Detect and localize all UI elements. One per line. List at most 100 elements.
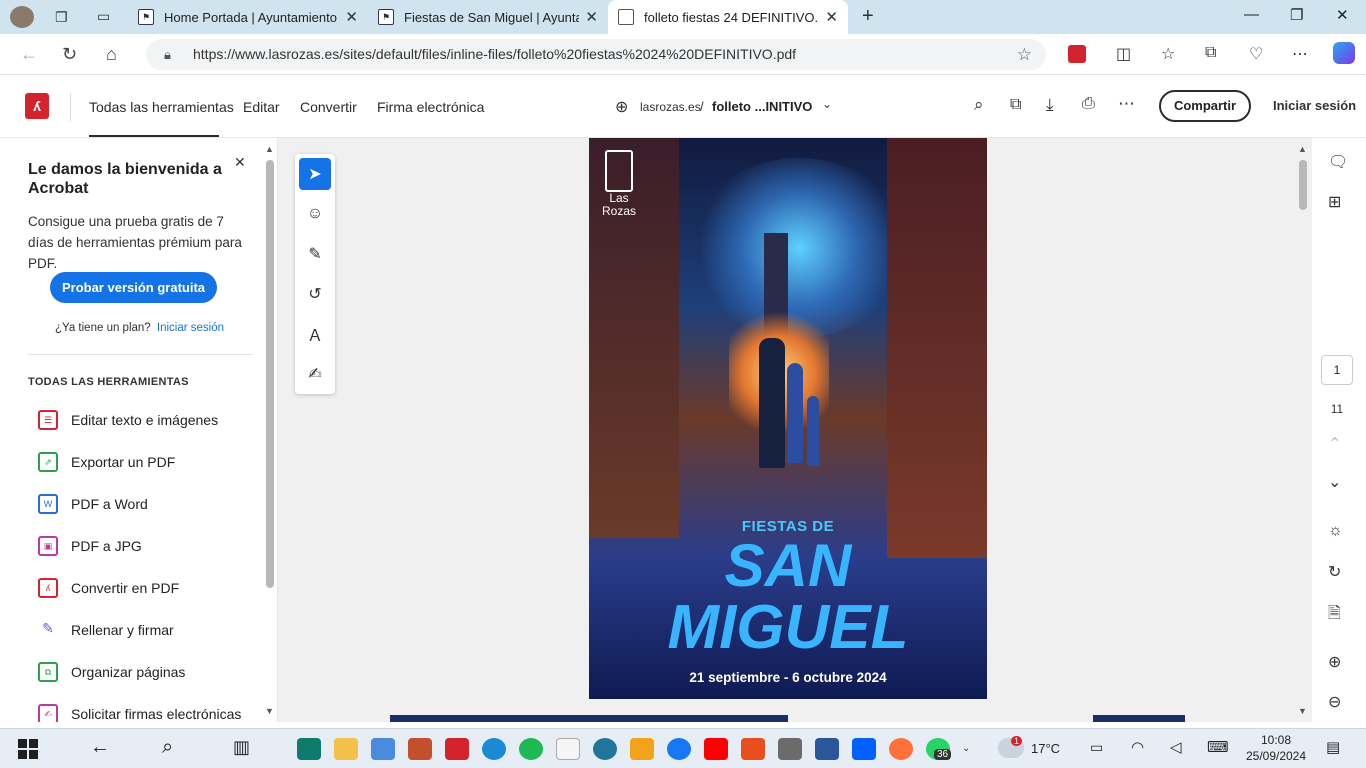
text-box-icon[interactable]: Ａ <box>299 318 331 350</box>
close-window-icon[interactable]: ✕ <box>1336 6 1349 24</box>
menu-esign[interactable]: Firma electrónica <box>377 99 484 115</box>
url-field[interactable]: 🔒︎ https://www.lasrozas.es/sites/default… <box>146 39 1046 70</box>
spotify-icon[interactable] <box>519 738 543 760</box>
scroll-up-icon[interactable]: ▲ <box>1298 144 1307 154</box>
more-options-icon[interactable]: ⋯ <box>1292 44 1308 64</box>
document-icon[interactable] <box>556 738 580 760</box>
facebook-icon[interactable] <box>667 738 691 760</box>
workspaces-icon[interactable]: ❐ <box>55 9 68 26</box>
app-icon[interactable] <box>778 738 802 760</box>
tool-request-esign[interactable]: ✍ Solicitar firmas electrónicas <box>38 702 241 722</box>
page-thumbnails-icon[interactable]: ⧉ <box>1010 96 1021 114</box>
collections-icon[interactable]: ⧉ <box>1205 44 1216 62</box>
menu-all-tools[interactable]: Todas las herramientas <box>89 99 234 115</box>
split-screen-icon[interactable]: ◫ <box>1116 44 1131 64</box>
menu-convert[interactable]: Convertir <box>300 99 357 115</box>
tool-pdf-to-jpg[interactable]: ▣ PDF a JPG <box>38 534 142 558</box>
menu-edit[interactable]: Editar <box>243 99 280 115</box>
wordpress-icon[interactable] <box>593 738 617 760</box>
scroll-down-icon[interactable]: ▼ <box>265 706 274 716</box>
close-tab-icon[interactable]: ✕ <box>345 8 358 26</box>
close-panel-icon[interactable]: ✕ <box>234 154 246 171</box>
weather-temperature[interactable]: 17°C <box>1031 741 1060 756</box>
chevron-down-icon[interactable]: ⌄ <box>962 743 970 754</box>
tab-home-portada[interactable]: ⚑ Home Portada | Ayuntamiento de ✕ <box>128 0 368 34</box>
tool-export-pdf[interactable]: ⇗ Exportar un PDF <box>38 450 175 474</box>
volume-icon[interactable]: ◁ <box>1170 738 1182 756</box>
task-view-icon[interactable]: ▥ <box>233 737 250 758</box>
more-icon[interactable]: ⋯ <box>1118 94 1135 114</box>
zoom-in-icon[interactable]: ⊕ <box>1328 652 1341 672</box>
draw-icon[interactable]: ↺ <box>299 278 331 310</box>
app-icon[interactable] <box>408 738 432 760</box>
performance-icon[interactable]: ♡ <box>1249 44 1263 64</box>
sign-in-link[interactable]: Iniciar sesión <box>1273 98 1356 113</box>
sidebar-scrollbar[interactable] <box>266 160 274 588</box>
back-taskbar-icon[interactable]: ← <box>90 736 110 759</box>
new-tab-icon[interactable]: + <box>862 5 874 28</box>
notifications-icon[interactable]: ▤ <box>1326 738 1340 756</box>
signature-icon[interactable]: ✍ <box>299 358 331 390</box>
battery-icon[interactable]: ▭ <box>1090 739 1103 756</box>
tab-actions-icon[interactable]: ▭ <box>97 8 110 25</box>
youtube-icon[interactable] <box>704 738 728 760</box>
comments-icon[interactable]: 🗨︎ <box>1328 152 1348 172</box>
rotate-icon[interactable]: ↻ <box>1328 562 1341 582</box>
tool-convert-to-pdf[interactable]: ʎ Convertir en PDF <box>38 576 179 600</box>
dropbox-icon[interactable] <box>852 738 876 760</box>
office-icon[interactable] <box>741 738 765 760</box>
file-explorer-icon[interactable] <box>334 738 358 760</box>
favorite-star-icon[interactable]: ☆ <box>1017 39 1032 70</box>
copilot-icon[interactable] <box>1333 42 1355 64</box>
publisher-icon[interactable] <box>297 738 321 760</box>
scroll-down-icon[interactable]: ▼ <box>1298 706 1307 716</box>
refresh-icon[interactable]: ↻ <box>62 44 77 65</box>
store-icon[interactable] <box>371 738 395 760</box>
clock-date[interactable]: 25/09/2024 <box>1240 749 1312 763</box>
acrobat-taskbar-icon[interactable] <box>445 738 469 760</box>
highlight-icon[interactable]: ✎ <box>299 238 331 270</box>
lock-icon[interactable]: 🔒︎ <box>164 39 171 70</box>
tab-folleto-pdf[interactable]: folleto fiestas 24 DEFINITIVO.pdf ✕ <box>608 0 848 34</box>
close-tab-icon[interactable]: ✕ <box>825 8 838 26</box>
plan-signin-link[interactable]: Iniciar sesión <box>157 322 224 334</box>
profile-avatar[interactable] <box>10 6 34 28</box>
minimize-icon[interactable]: — <box>1244 6 1259 23</box>
clock-time[interactable]: 10:08 <box>1246 733 1306 747</box>
zoom-out-icon[interactable]: ⊖ <box>1328 692 1341 712</box>
acrobat-logo-icon[interactable]: ʎ <box>25 93 49 119</box>
close-tab-icon[interactable]: ✕ <box>585 8 598 26</box>
tool-pdf-to-word[interactable]: W PDF a Word <box>38 492 148 516</box>
word-icon[interactable] <box>815 738 839 760</box>
chevron-down-icon[interactable]: ⌄ <box>822 97 832 111</box>
file-name[interactable]: folleto ...INITIVO <box>712 99 812 114</box>
firefox-icon[interactable] <box>889 738 913 760</box>
favorites-icon[interactable]: ☆ <box>1161 44 1175 64</box>
start-icon[interactable] <box>18 739 38 759</box>
select-tool-icon[interactable]: ➤ <box>299 158 331 190</box>
viewer-scrollbar[interactable] <box>1299 160 1307 210</box>
download-icon[interactable]: ⤓ <box>1046 95 1054 115</box>
wifi-icon[interactable]: ◠ <box>1131 738 1144 756</box>
back-icon[interactable]: ← <box>20 44 38 65</box>
search-taskbar-icon[interactable]: ⌕ <box>162 736 173 759</box>
share-button[interactable]: Compartir <box>1159 90 1251 122</box>
dark-mode-icon[interactable]: ☼ <box>1328 522 1343 540</box>
print-icon[interactable]: ⎙ <box>1082 95 1095 113</box>
pdf-viewer[interactable]: Las Rozas FIESTAS DE SAN MIGUEL 21 septi… <box>278 138 1312 722</box>
chevron-up-icon[interactable]: ⌃ <box>1328 434 1341 454</box>
tool-edit-text-images[interactable]: ☰ Editar texto e imágenes <box>38 408 218 432</box>
keyboard-icon[interactable]: ⌨ <box>1207 738 1229 756</box>
free-trial-button[interactable]: Probar versión gratuita <box>50 272 217 303</box>
grid-view-icon[interactable]: ⊞ <box>1328 192 1341 212</box>
restore-icon[interactable]: ❐ <box>1290 6 1303 24</box>
tool-organize-pages[interactable]: ⧉ Organizar páginas <box>38 660 185 684</box>
app-icon[interactable] <box>630 738 654 760</box>
tool-fill-sign[interactable]: ✎ Rellenar y firmar <box>38 618 174 642</box>
current-page-field[interactable]: 1 <box>1321 355 1353 385</box>
comment-icon[interactable]: ☺ <box>299 198 331 230</box>
page-file-icon[interactable]: 🗎︎ <box>1328 602 1341 629</box>
acrobat-extension-icon[interactable] <box>1068 45 1086 63</box>
search-icon[interactable]: ⌕ <box>974 95 984 115</box>
chevron-down-icon[interactable]: ⌄ <box>1328 472 1341 492</box>
